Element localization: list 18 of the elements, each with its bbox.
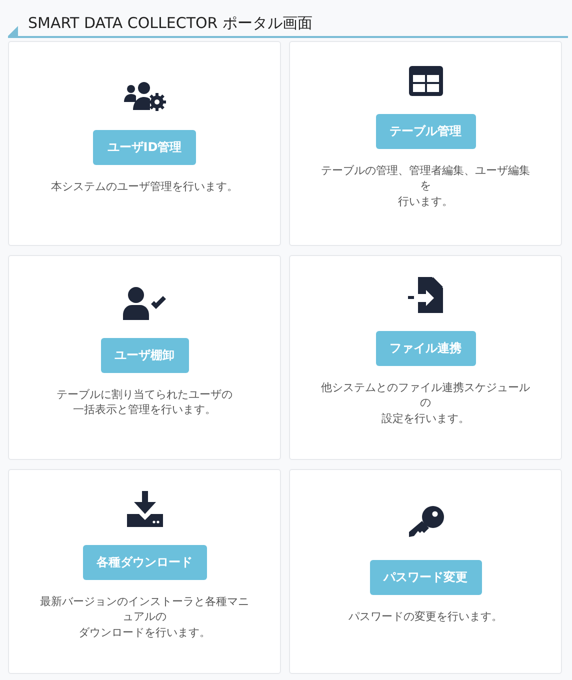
users-gear-icon <box>122 80 166 112</box>
download-icon <box>126 490 162 527</box>
portal-button[interactable]: ファイル連携 <box>376 330 476 366</box>
card-description: パスワードの変更を行います。 <box>348 609 502 625</box>
card-description: テーブルの管理、管理者編集、ユーザ編集 を 行います。 <box>321 162 530 210</box>
portal-button[interactable]: テーブル管理 <box>376 114 476 149</box>
portal-button[interactable]: 各種ダウンロード <box>82 544 206 580</box>
portal-button[interactable]: ユーザID管理 <box>93 130 196 166</box>
table-icon <box>408 66 442 96</box>
card-description: 最新バージョンのインストーラと各種マニ ュアルの ダウンロードを行います。 <box>40 594 249 640</box>
card-description: 他システムとのファイル連携スケジュール の 設定を行います。 <box>321 380 530 426</box>
page-title: SMART DATA COLLECTOR ポータル画面 <box>28 14 313 34</box>
user-check-icon <box>122 286 166 320</box>
portal-button[interactable]: ユーザ棚卸 <box>100 338 188 373</box>
card-description: テーブルに割り当てられたユーザの 一括表示と管理を行います。 <box>56 386 232 418</box>
card-description: 本システムのユーザ管理を行います。 <box>51 179 238 195</box>
portal-button[interactable]: パスワード変更 <box>370 560 482 596</box>
file-import-icon <box>408 276 444 313</box>
